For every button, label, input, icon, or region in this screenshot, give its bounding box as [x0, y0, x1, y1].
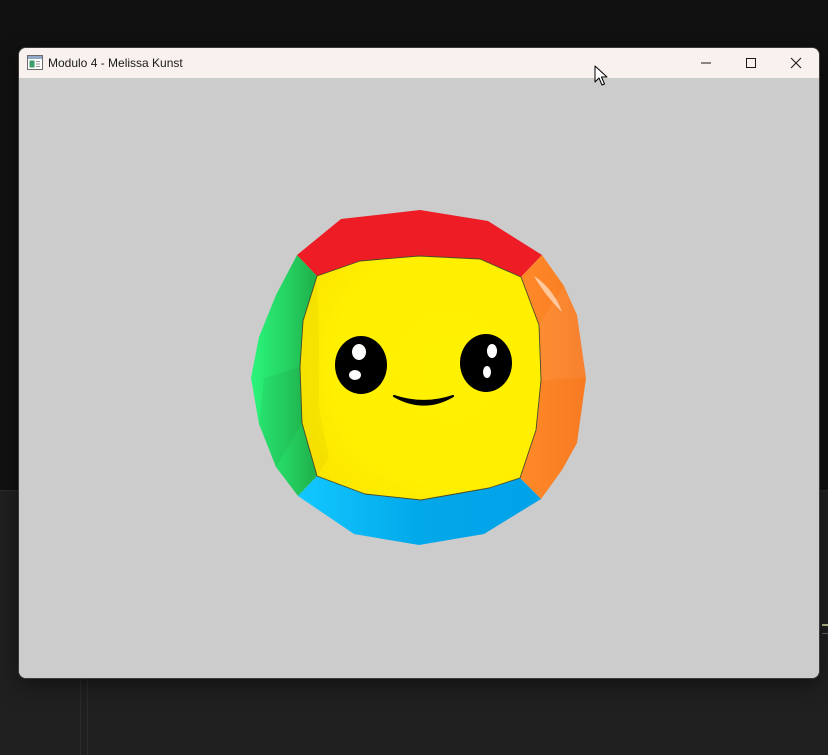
- window-title: Modulo 4 - Melissa Kunst: [48, 56, 183, 70]
- right-eye-highlight: [483, 366, 491, 378]
- minimize-button[interactable]: [683, 48, 728, 78]
- left-eye-highlight: [352, 344, 366, 360]
- right-eye-highlight: [487, 344, 497, 358]
- title-bar[interactable]: Modulo 4 - Melissa Kunst: [19, 48, 819, 78]
- scene-svg: [251, 210, 586, 545]
- right-eye: [460, 334, 512, 392]
- background-divider: [80, 678, 81, 755]
- background-indicator: [822, 633, 828, 634]
- minimize-icon: [700, 62, 711, 64]
- maximize-button[interactable]: [728, 48, 773, 78]
- arrow-cursor-icon: [594, 65, 608, 86]
- background-divider: [87, 678, 88, 755]
- app-window: Modulo 4 - Melissa Kunst: [19, 48, 819, 678]
- left-eye-highlight: [349, 370, 361, 380]
- background-indicator: [822, 624, 828, 626]
- close-button[interactable]: [773, 48, 818, 78]
- render-canvas[interactable]: [19, 78, 819, 678]
- app-icon: [27, 55, 43, 70]
- close-icon: [790, 57, 801, 69]
- maximize-icon: [745, 58, 756, 68]
